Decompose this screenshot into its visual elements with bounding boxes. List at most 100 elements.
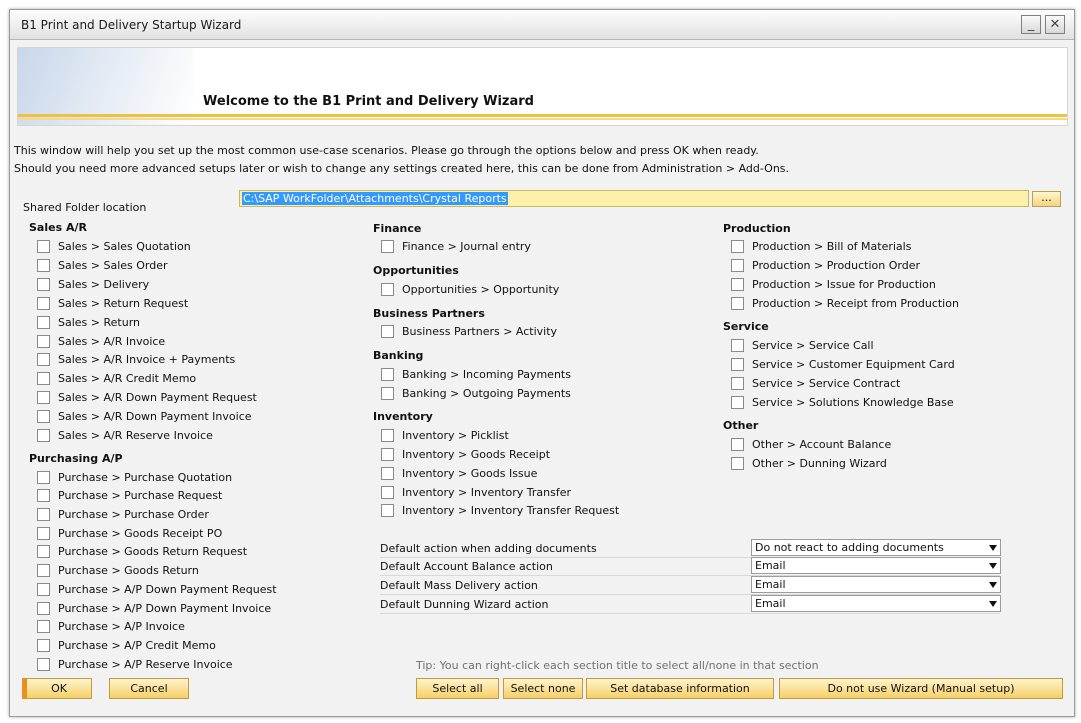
checkbox-purchase-goods-return[interactable]: Purchase > Goods Return [37, 562, 199, 578]
checkbox-inventory-goods-issue[interactable]: Inventory > Goods Issue [381, 465, 537, 481]
checkbox-box[interactable] [381, 386, 394, 400]
checkbox-sales-return-request[interactable]: Sales > Return Request [37, 295, 188, 311]
checkbox-box[interactable] [381, 324, 394, 338]
dropdown-arrow-icon[interactable] [989, 563, 997, 569]
checkbox-purchase-ap-down-payment-invoice[interactable]: Purchase > A/P Down Payment Invoice [37, 600, 271, 616]
checkbox-box[interactable] [37, 371, 50, 385]
checkbox-box[interactable] [37, 334, 50, 348]
checkbox-production-issue[interactable]: Production > Issue for Production [731, 276, 936, 292]
checkbox-sales-ar-credit-memo[interactable]: Sales > A/R Credit Memo [37, 370, 196, 386]
checkbox-box[interactable] [37, 409, 50, 423]
checkbox-box[interactable] [731, 357, 744, 371]
checkbox-box[interactable] [381, 239, 394, 253]
section-title-opportunities[interactable]: Opportunities [373, 264, 459, 277]
checkbox-sales-ar-down-payment-request[interactable]: Sales > A/R Down Payment Request [37, 389, 257, 405]
checkbox-box[interactable] [731, 338, 744, 352]
checkbox-box[interactable] [37, 657, 50, 671]
checkbox-box[interactable] [37, 582, 50, 596]
checkbox-sales-ar-invoice-payments[interactable]: Sales > A/R Invoice + Payments [37, 351, 235, 367]
checkbox-box[interactable] [731, 296, 744, 310]
checkbox-sales-delivery[interactable]: Sales > Delivery [37, 276, 149, 292]
checkbox-purchase-ap-credit-memo[interactable]: Purchase > A/P Credit Memo [37, 637, 216, 653]
checkbox-box[interactable] [37, 470, 50, 484]
checkbox-inventory-transfer[interactable]: Inventory > Inventory Transfer [381, 484, 571, 500]
checkbox-box[interactable] [37, 315, 50, 329]
checkbox-sales-return[interactable]: Sales > Return [37, 314, 140, 330]
checkbox-production-receipt[interactable]: Production > Receipt from Production [731, 295, 959, 311]
checkbox-inventory-goods-receipt[interactable]: Inventory > Goods Receipt [381, 446, 550, 462]
checkbox-purchase-goods-return-request[interactable]: Purchase > Goods Return Request [37, 543, 247, 559]
checkbox-sales-ar-down-payment-invoice[interactable]: Sales > A/R Down Payment Invoice [37, 408, 252, 424]
checkbox-bp-activity[interactable]: Business Partners > Activity [381, 323, 557, 339]
checkbox-sales-quotation[interactable]: Sales > Sales Quotation [37, 238, 191, 254]
checkbox-box[interactable] [731, 437, 744, 451]
checkbox-service-equipment-card[interactable]: Service > Customer Equipment Card [731, 356, 955, 372]
checkbox-purchase-ap-reserve-invoice[interactable]: Purchase > A/P Reserve Invoice [37, 656, 233, 672]
checkbox-box[interactable] [381, 466, 394, 480]
section-title-inventory[interactable]: Inventory [373, 410, 433, 423]
browse-folder-button[interactable]: ... [1032, 191, 1061, 207]
checkbox-box[interactable] [381, 367, 394, 381]
cancel-button[interactable]: Cancel [109, 678, 189, 699]
checkbox-inventory-picklist[interactable]: Inventory > Picklist [381, 427, 509, 443]
checkbox-box[interactable] [37, 601, 50, 615]
section-title-purchasing[interactable]: Purchasing A/P [29, 452, 123, 465]
checkbox-finance-journal-entry[interactable]: Finance > Journal entry [381, 238, 531, 254]
checkbox-purchase-goods-receipt-po[interactable]: Purchase > Goods Receipt PO [37, 525, 222, 541]
checkbox-box[interactable] [37, 352, 50, 366]
section-title-service[interactable]: Service [723, 320, 769, 333]
checkbox-production-bom[interactable]: Production > Bill of Materials [731, 238, 911, 254]
checkbox-service-knowledge-base[interactable]: Service > Solutions Knowledge Base [731, 394, 954, 410]
checkbox-purchase-ap-invoice[interactable]: Purchase > A/P Invoice [37, 618, 185, 634]
checkbox-box[interactable] [37, 544, 50, 558]
checkbox-box[interactable] [731, 395, 744, 409]
checkbox-banking-incoming-payments[interactable]: Banking > Incoming Payments [381, 366, 571, 382]
checkbox-box[interactable] [381, 503, 394, 517]
checkbox-box[interactable] [37, 428, 50, 442]
checkbox-sales-ar-reserve-invoice[interactable]: Sales > A/R Reserve Invoice [37, 427, 213, 443]
default-account-balance-select[interactable]: Email [751, 557, 1001, 574]
dropdown-arrow-icon[interactable] [989, 582, 997, 588]
checkbox-box[interactable] [731, 376, 744, 390]
checkbox-purchase-request[interactable]: Purchase > Purchase Request [37, 487, 222, 503]
default-dunning-wizard-select[interactable]: Email [751, 595, 1001, 612]
checkbox-box[interactable] [37, 638, 50, 652]
checkbox-box[interactable] [37, 390, 50, 404]
section-title-banking[interactable]: Banking [373, 349, 423, 362]
checkbox-box[interactable] [381, 282, 394, 296]
checkbox-box[interactable] [37, 239, 50, 253]
checkbox-box[interactable] [37, 526, 50, 540]
checkbox-box[interactable] [37, 619, 50, 633]
checkbox-service-call[interactable]: Service > Service Call [731, 337, 874, 353]
default-mass-delivery-select[interactable]: Email [751, 576, 1001, 593]
checkbox-sales-ar-invoice[interactable]: Sales > A/R Invoice [37, 333, 165, 349]
checkbox-box[interactable] [37, 296, 50, 310]
dropdown-arrow-icon[interactable] [989, 545, 997, 551]
checkbox-banking-outgoing-payments[interactable]: Banking > Outgoing Payments [381, 385, 571, 401]
checkbox-other-account-balance[interactable]: Other > Account Balance [731, 436, 891, 452]
checkbox-box[interactable] [381, 485, 394, 499]
ok-button[interactable]: OK [22, 678, 92, 699]
checkbox-box[interactable] [37, 488, 50, 502]
checkbox-sales-order[interactable]: Sales > Sales Order [37, 257, 168, 273]
shared-folder-input[interactable]: C:\SAP WorkFolder\Attachments\Crystal Re… [239, 190, 1029, 207]
checkbox-purchase-order[interactable]: Purchase > Purchase Order [37, 506, 209, 522]
checkbox-box[interactable] [381, 428, 394, 442]
checkbox-box[interactable] [731, 258, 744, 272]
section-title-business-partners[interactable]: Business Partners [373, 307, 485, 320]
checkbox-box[interactable] [731, 277, 744, 291]
checkbox-box[interactable] [37, 563, 50, 577]
section-title-other[interactable]: Other [723, 419, 758, 432]
checkbox-box[interactable] [381, 447, 394, 461]
checkbox-purchase-quotation[interactable]: Purchase > Purchase Quotation [37, 469, 232, 485]
section-title-sales[interactable]: Sales A/R [29, 221, 87, 234]
checkbox-box[interactable] [37, 258, 50, 272]
manual-setup-button[interactable]: Do not use Wizard (Manual setup) [779, 678, 1063, 699]
select-all-button[interactable]: Select all [416, 678, 499, 699]
default-adding-documents-select[interactable]: Do not react to adding documents [751, 539, 1001, 556]
checkbox-box[interactable] [731, 239, 744, 253]
checkbox-box[interactable] [37, 507, 50, 521]
checkbox-purchase-ap-down-payment-request[interactable]: Purchase > A/P Down Payment Request [37, 581, 277, 597]
checkbox-inventory-transfer-request[interactable]: Inventory > Inventory Transfer Request [381, 502, 619, 518]
section-title-finance[interactable]: Finance [373, 222, 421, 235]
